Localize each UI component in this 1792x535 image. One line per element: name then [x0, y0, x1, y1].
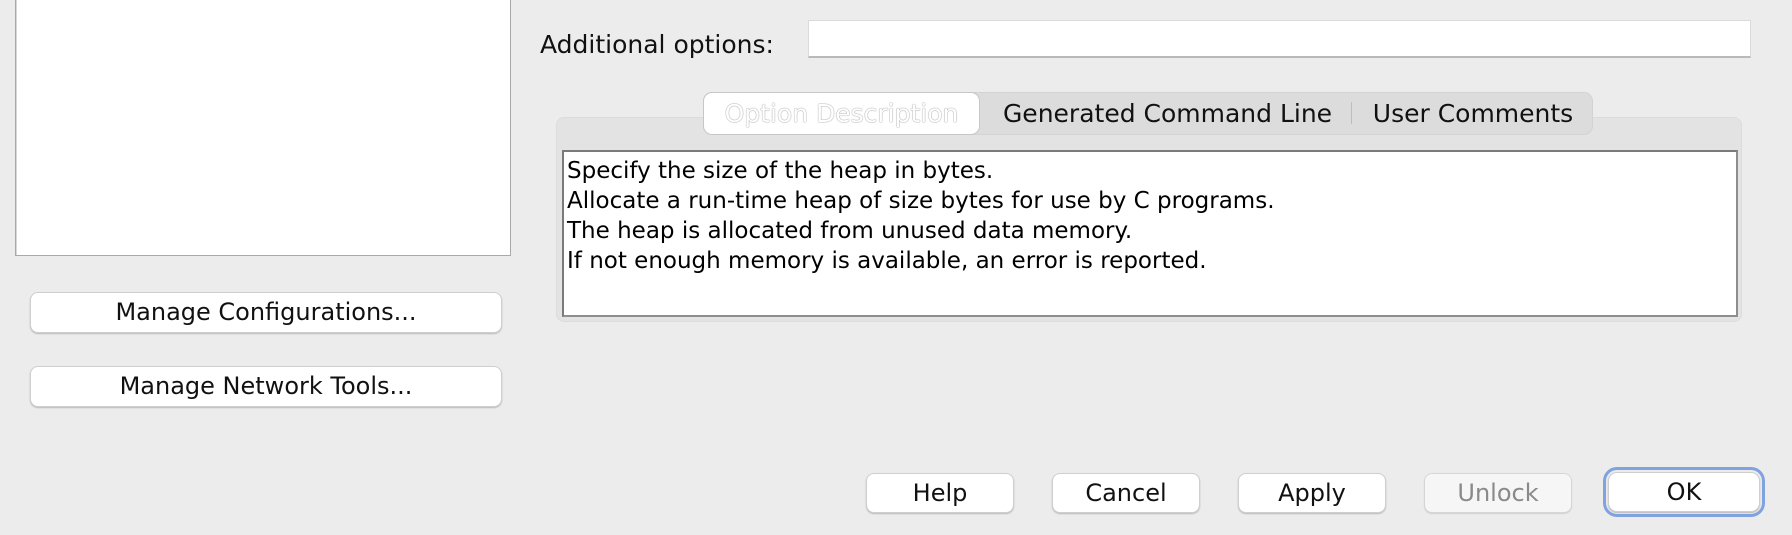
- description-line: Specify the size of the heap in bytes.: [567, 158, 994, 184]
- option-description-text-area[interactable]: Specify the size of the heap in bytes. A…: [562, 150, 1738, 317]
- description-line: The heap is allocated from unused data m…: [567, 218, 1133, 244]
- description-line: If not enough memory is available, an er…: [567, 248, 1207, 274]
- manage-configurations-button[interactable]: Manage Configurations...: [30, 292, 502, 333]
- additional-options-label: Additional options:: [540, 30, 774, 59]
- cancel-button[interactable]: Cancel: [1052, 473, 1200, 513]
- unlock-button[interactable]: Unlock: [1424, 473, 1572, 513]
- configuration-list[interactable]: [15, 0, 511, 256]
- apply-button[interactable]: Apply: [1238, 473, 1386, 513]
- description-line: Allocate a run-time heap of size bytes f…: [567, 188, 1275, 214]
- tab-generated-command-line[interactable]: Generated Command Line: [990, 92, 1345, 135]
- help-button[interactable]: Help: [866, 473, 1014, 513]
- ok-button[interactable]: OK: [1603, 467, 1765, 517]
- tab-user-comments[interactable]: User Comments: [1358, 92, 1588, 135]
- tab-separator: [1351, 102, 1352, 124]
- tab-option-description[interactable]: Option Description: [703, 92, 980, 135]
- manage-network-tools-button[interactable]: Manage Network Tools...: [30, 366, 502, 407]
- additional-options-input[interactable]: [808, 20, 1751, 58]
